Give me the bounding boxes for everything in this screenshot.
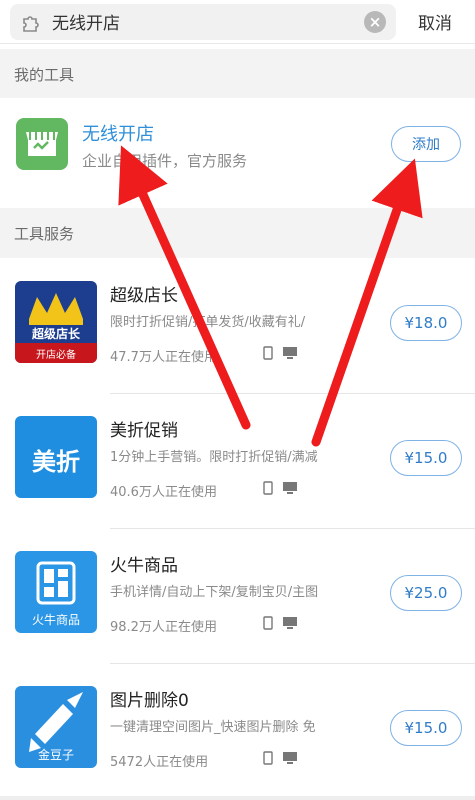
store-icon bbox=[16, 118, 68, 170]
phone-icon bbox=[263, 751, 273, 765]
service-name: 超级店长 bbox=[110, 286, 178, 306]
service-users: 98.2万人正在使用 bbox=[110, 620, 217, 635]
service-item[interactable]: 超级店长 开店必备 超级店长 限时打折促销/打单发货/收藏有礼/ 47.7万人正… bbox=[0, 259, 475, 394]
jindouzi-icon: 金豆子 bbox=[15, 686, 97, 768]
service-users: 47.7万人正在使用 bbox=[110, 350, 217, 365]
puzzle-icon bbox=[20, 10, 44, 34]
service-description: 1分钟上手营销。限时打折促销/满减 bbox=[110, 450, 318, 465]
search-input[interactable]: 无线开店 bbox=[52, 9, 364, 34]
service-name: 图片删除0 bbox=[110, 691, 189, 711]
platform-icons bbox=[262, 751, 298, 765]
super-store-manager-icon: 超级店长 开店必备 bbox=[15, 281, 97, 363]
icon-text: 火牛商品 bbox=[31, 613, 80, 627]
service-description: 一键清理空间图片_快速图片删除 免 bbox=[110, 720, 316, 735]
service-list: 超级店长 开店必备 超级店长 限时打折促销/打单发货/收藏有礼/ 47.7万人正… bbox=[0, 259, 475, 799]
icon-text: 金豆子 bbox=[37, 748, 74, 762]
my-tool-description: 企业自用插件，官方服务 bbox=[82, 152, 248, 170]
service-item[interactable]: 金豆子 图片删除0 一键清理空间图片_快速图片删除 免 5472人正在使用 ¥1… bbox=[0, 664, 475, 799]
cancel-button[interactable]: 取消 bbox=[418, 9, 452, 34]
desktop-icon bbox=[283, 482, 297, 494]
huoniu-icon: 火牛商品 bbox=[15, 551, 97, 633]
desktop-icon bbox=[283, 752, 297, 764]
price-button[interactable]: ¥18.0 bbox=[390, 305, 462, 341]
price-button[interactable]: ¥15.0 bbox=[390, 710, 462, 746]
section-header-tool-services: 工具服务 bbox=[0, 208, 475, 258]
service-description: 限时打折促销/打单发货/收藏有礼/ bbox=[110, 315, 306, 330]
section-header-my-tools: 我的工具 bbox=[0, 49, 475, 99]
icon-subtext: 开店必备 bbox=[36, 350, 76, 361]
search-box[interactable]: 无线开店 × bbox=[10, 3, 396, 40]
service-description: 手机详情/自动上下架/复制宝贝/主图 bbox=[110, 585, 319, 600]
my-tool-name: 无线开店 bbox=[82, 124, 154, 145]
platform-icons bbox=[262, 346, 298, 360]
phone-icon bbox=[263, 616, 273, 630]
icon-text: 美折 bbox=[32, 448, 80, 476]
platform-icons bbox=[262, 481, 298, 495]
platform-icons bbox=[262, 616, 298, 630]
bottom-divider bbox=[0, 796, 475, 800]
search-bar: 无线开店 × 取消 bbox=[0, 0, 475, 44]
clear-icon[interactable]: × bbox=[364, 10, 386, 33]
service-name: 美折促销 bbox=[110, 421, 178, 441]
phone-icon bbox=[263, 346, 273, 360]
add-button[interactable]: 添加 bbox=[391, 126, 461, 162]
service-users: 5472人正在使用 bbox=[110, 755, 209, 770]
service-item[interactable]: 美折 美折促销 1分钟上手营销。限时打折促销/满减 40.6万人正在使用 ¥15… bbox=[0, 394, 475, 529]
service-item[interactable]: 火牛商品 火牛商品 手机详情/自动上下架/复制宝贝/主图 98.2万人正在使用 … bbox=[0, 529, 475, 664]
desktop-icon bbox=[283, 617, 297, 629]
price-button[interactable]: ¥25.0 bbox=[390, 575, 462, 611]
icon-text: 超级店长 bbox=[31, 327, 80, 341]
price-button[interactable]: ¥15.0 bbox=[390, 440, 462, 476]
desktop-icon bbox=[283, 347, 297, 359]
phone-icon bbox=[263, 481, 273, 495]
meizhe-icon: 美折 bbox=[15, 416, 97, 498]
service-users: 40.6万人正在使用 bbox=[110, 485, 217, 500]
service-name: 火牛商品 bbox=[110, 556, 178, 576]
